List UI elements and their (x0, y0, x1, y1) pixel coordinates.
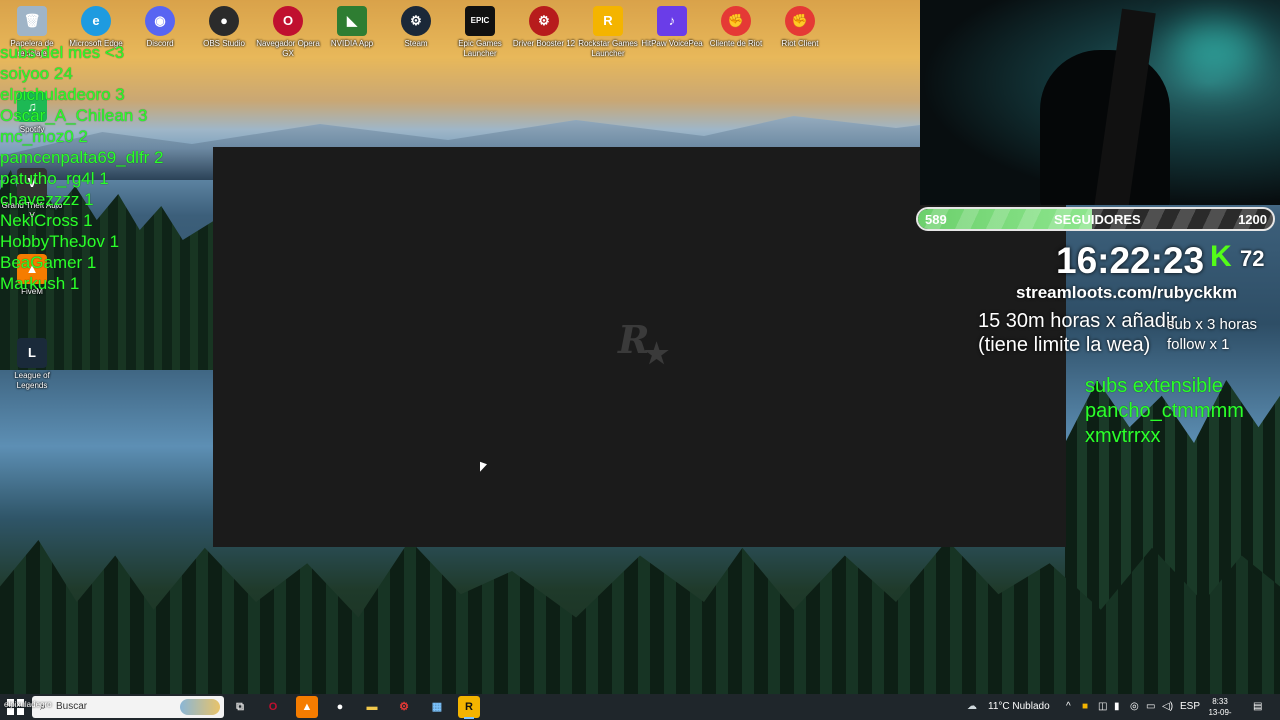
file-explorer-icon[interactable]: ▬ (361, 696, 383, 718)
desktop-icon[interactable]: ♪ HitPaw VoicePea (640, 6, 704, 49)
subs-line: subs del mes <3 (0, 43, 125, 62)
opera-gx-icon: O (273, 6, 303, 36)
taskbar: ⌕ Buscar ⧉ O ▲ ● ▬ ⚙ ▦ R ☁ 11°C Nublado … (0, 694, 1280, 720)
league-icon: L (17, 338, 47, 368)
subs-line: Markush 1 (0, 274, 80, 293)
taskbar-clock[interactable]: 8:33 13-09-2025 (1202, 696, 1238, 720)
microphone-icon[interactable]: ▮ (1114, 694, 1120, 720)
followers-goal: 1200 (1238, 212, 1267, 227)
desktop-icon-label: NVIDIA App (330, 39, 374, 48)
overlay-username: elpixuladeoro (4, 700, 52, 709)
desktop-icon-label: Driver Booster 12 (512, 39, 576, 48)
desktop-icon-label: Riot Client (781, 39, 819, 48)
subs-ext-line: xmvtrrxx (1085, 425, 1161, 447)
driver-booster-taskbar-icon[interactable]: ⚙ (393, 696, 415, 718)
obs-icon: ● (209, 6, 239, 36)
stream-clock: 16:22:23 (1056, 240, 1205, 281)
desktop-icon-label: OBS Studio (203, 39, 245, 48)
discord-icon: ◉ (145, 6, 175, 36)
subs-line: BeaGamer 1 (0, 253, 97, 272)
subs-line: chavezzzz 1 (0, 190, 94, 209)
rockstar-logo: R ★ (618, 317, 670, 370)
recycle-bin-icon: 🗑 (17, 6, 47, 36)
desktop-icon-label: Epic Games Launcher (458, 39, 502, 58)
desktop-icon[interactable]: O Navegador Opera GX (256, 6, 320, 59)
subs-extensible-list: subs extensible pancho_ctmmmm xmvtrrxx (1085, 374, 1244, 449)
followers-current: 589 (925, 212, 947, 227)
weather-text[interactable]: 11°C Nublado (988, 694, 1050, 720)
desktop-icon[interactable]: EPIC Epic Games Launcher (448, 6, 512, 59)
rockstar-taskbar-icon[interactable]: R (458, 696, 480, 719)
language-indicator[interactable]: ESP (1180, 694, 1200, 720)
subs-overlay: subs del mes <3 soiyoo 24 elpichuladeoro… (0, 42, 164, 294)
epic-games-icon: EPIC (465, 6, 495, 36)
rockstar-icon: R (593, 6, 623, 36)
desktop-icon[interactable]: ✊ Cliente de Riot (704, 6, 768, 49)
hitpaw-icon: ♪ (657, 6, 687, 36)
tray-rockstar-icon[interactable]: ■ (1082, 694, 1088, 720)
subs-line: Oscar_A_Chilean 3 (0, 106, 148, 125)
subs-ext-line: subs extensible (1085, 375, 1223, 397)
streamloots-link: streamloots.com/rubyckkm (1016, 283, 1238, 302)
subs-line: patutho_rg4l 1 (0, 169, 109, 188)
desktop-icon-label: League of Legends (14, 371, 50, 390)
opera-gx-taskbar-icon[interactable]: O (262, 696, 284, 718)
weather-icon[interactable]: ☁ (967, 694, 977, 720)
tray-chevron-icon[interactable]: ^ (1066, 694, 1071, 720)
subs-line: HobbyTheJov 1 (0, 232, 120, 251)
steam-icon: ⚙ (401, 6, 431, 36)
search-placeholder: Buscar (56, 701, 88, 712)
riot-client-icon: ✊ (721, 6, 751, 36)
task-view-icon[interactable]: ⧉ (229, 696, 251, 718)
desktop-icon[interactable]: ✊ Riot Client (768, 6, 832, 49)
kick-icon: K (1210, 240, 1232, 273)
riot-icon: ✊ (785, 6, 815, 36)
search-highlight-image (180, 699, 220, 715)
desktop-icon-label: Cliente de Riot (709, 39, 763, 48)
desktop-icon[interactable]: R Rockstar Games Launcher (576, 6, 640, 59)
webcam-feed (920, 0, 1280, 205)
desktop-icon[interactable]: ⚙ Steam (384, 6, 448, 49)
volume-icon[interactable]: ◁) (1162, 694, 1173, 720)
obs-taskbar-icon[interactable]: ● (329, 696, 351, 718)
network-icon[interactable]: ▭ (1146, 694, 1155, 720)
tray-app2-icon[interactable]: ◎ (1130, 694, 1139, 720)
edge-icon: e (81, 6, 111, 36)
desktop-icon[interactable]: ● OBS Studio (192, 6, 256, 49)
subs-line: pamcenpalta69_dlfr 2 (0, 148, 164, 167)
subs-line: NekiCross 1 (0, 211, 93, 230)
followers-goal-bar: 589 SEGUIDORES 1200 (916, 207, 1275, 231)
desktop-icon-label: Navegador Opera GX (256, 39, 320, 58)
desktop-icon[interactable]: ◣ NVIDIA App (320, 6, 384, 49)
tray-app-icon[interactable]: ◫ (1098, 694, 1107, 720)
mouse-cursor-icon (480, 461, 487, 475)
taskbar-search[interactable]: ⌕ Buscar (32, 696, 224, 718)
subs-line: elpichuladeoro 3 (0, 85, 125, 104)
kick-viewer-count: 72 (1240, 246, 1265, 271)
subs-line: mc_moz0 2 (0, 127, 88, 146)
webcam-light (1170, 20, 1260, 80)
store-icon[interactable]: ▦ (426, 696, 448, 718)
followers-label: SEGUIDORES (1054, 212, 1141, 227)
nvidia-icon: ◣ (337, 6, 367, 36)
subs-line: soiyoo 24 (0, 64, 73, 83)
desktop-icon-label: Rockstar Games Launcher (578, 39, 638, 58)
subs-ext-line: pancho_ctmmmm (1085, 400, 1244, 422)
desktop-icon-label: HitPaw VoicePea (641, 39, 703, 48)
driver-booster-icon: ⚙ (529, 6, 559, 36)
subathon-rates: sub x 3 horas follow x 1 (1167, 316, 1258, 353)
desktop-icon-label: Steam (404, 39, 428, 48)
desktop-icon[interactable]: L League of Legends (0, 338, 64, 391)
desktop-icon[interactable]: ⚙ Driver Booster 12 (512, 6, 576, 49)
notifications-icon[interactable]: ▤ (1253, 694, 1262, 720)
subathon-rules: 15 30m horas x añadir (tiene limite la w… (978, 310, 1178, 356)
fivem-taskbar-icon[interactable]: ▲ (296, 696, 318, 718)
